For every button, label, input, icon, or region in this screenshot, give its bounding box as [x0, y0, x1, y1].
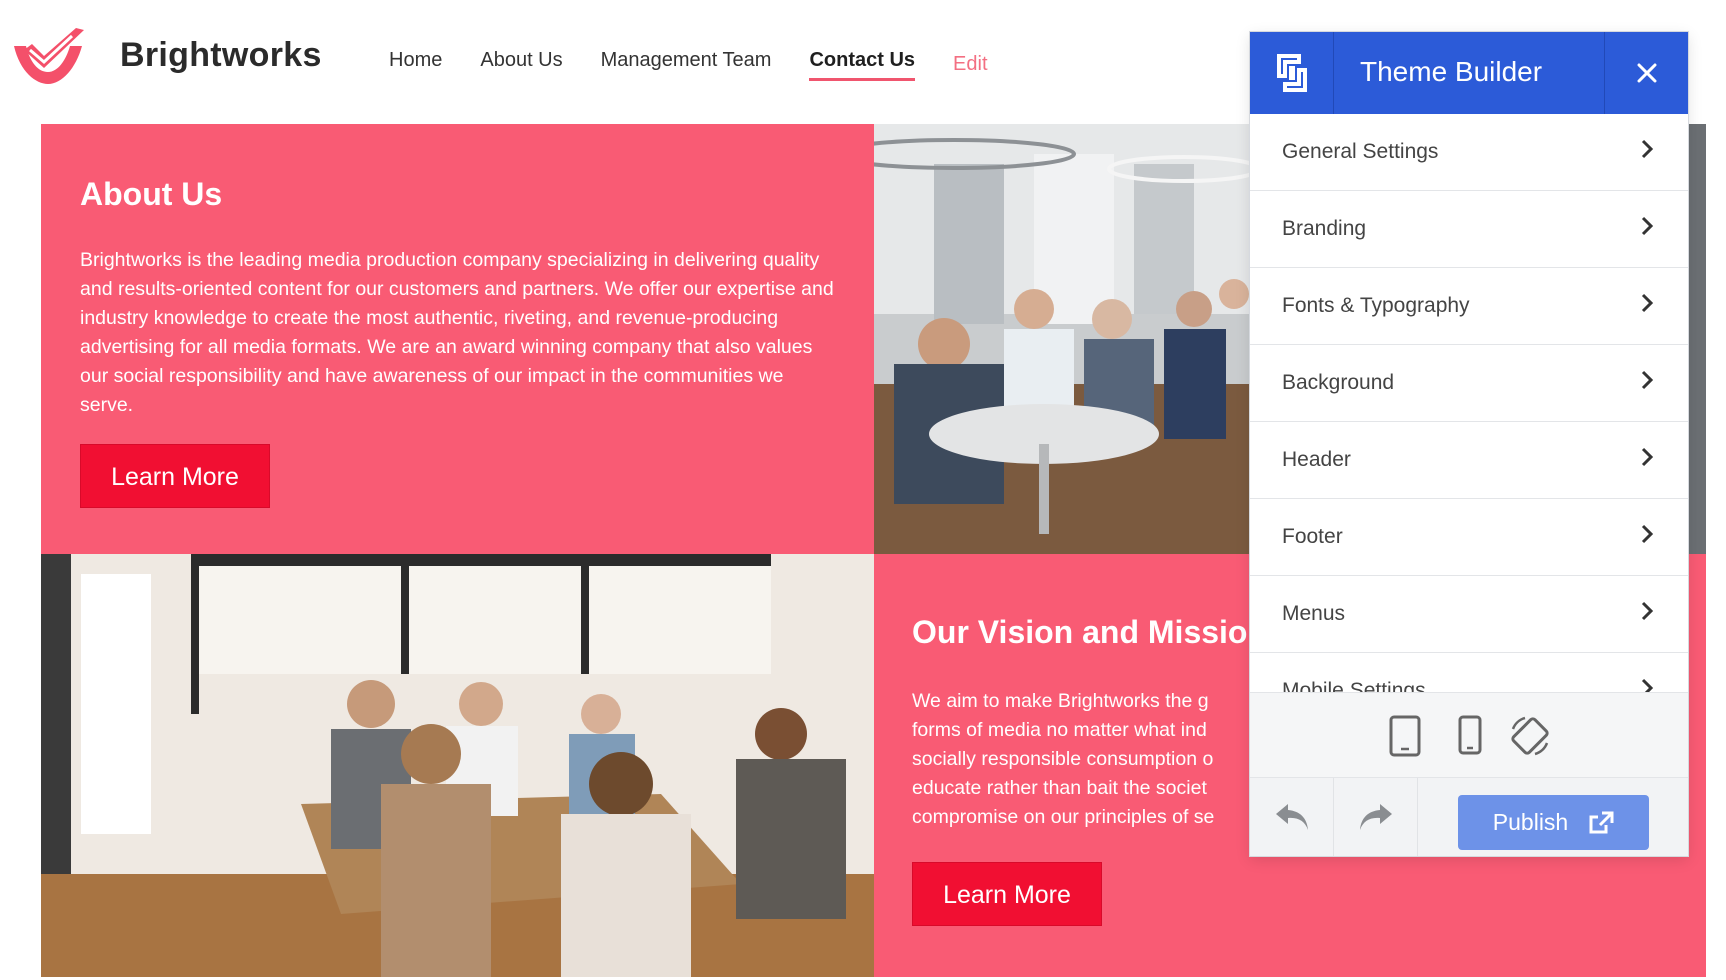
close-icon[interactable]: [1604, 32, 1688, 114]
team-meeting-photo: [41, 554, 874, 977]
menu-item-label: Background: [1282, 371, 1395, 394]
chevron-right-icon: [1641, 601, 1654, 621]
undo-icon[interactable]: [1250, 778, 1334, 856]
vision-learn-more-button[interactable]: Learn More: [912, 862, 1102, 926]
tablet-icon[interactable]: [1389, 715, 1421, 757]
menu-item-label: Mobile Settings: [1282, 679, 1426, 692]
vision-title: Our Vision and Mission: [912, 614, 1268, 650]
chevron-right-icon: [1641, 293, 1654, 313]
nav-item-management-team[interactable]: Management Team: [601, 49, 772, 78]
nav-edit-link[interactable]: Edit: [953, 53, 987, 82]
about-section: About Us Brightworks is the leading medi…: [41, 124, 874, 554]
device-preview-bar: [1250, 692, 1688, 778]
main-navigation: Home About Us Management Team Contact Us…: [389, 49, 988, 82]
brand-name[interactable]: Brightworks: [120, 36, 322, 75]
menu-item-branding[interactable]: Branding: [1250, 191, 1688, 268]
about-text: Brightworks is the leading media product…: [80, 249, 834, 416]
theme-builder-panel: Theme Builder General Settings Branding …: [1250, 32, 1688, 856]
brightworks-logo-icon[interactable]: [10, 24, 86, 88]
about-title: About Us: [80, 176, 223, 212]
menu-item-background[interactable]: Background: [1250, 345, 1688, 422]
menu-item-label: Menus: [1282, 602, 1346, 625]
redo-icon[interactable]: [1334, 778, 1418, 856]
chevron-right-icon: [1641, 216, 1654, 236]
menu-item-label: Footer: [1282, 525, 1343, 548]
theme-builder-menu: General Settings Branding Fonts & Typogr…: [1250, 114, 1688, 692]
phone-icon[interactable]: [1458, 715, 1482, 755]
vision-line-5: compromise on our principles of se: [912, 806, 1215, 828]
menu-item-label: Branding: [1282, 217, 1367, 240]
vision-line-3: socially responsible consumption o: [912, 748, 1214, 770]
about-learn-more-button[interactable]: Learn More: [80, 444, 270, 508]
chevron-right-icon: [1641, 524, 1654, 544]
rotate-icon[interactable]: [1509, 715, 1551, 757]
menu-item-footer[interactable]: Footer: [1250, 499, 1688, 576]
vision-line-2: forms of media no matter what ind: [912, 719, 1207, 741]
vision-line-1: We aim to make Brightworks the g: [912, 690, 1209, 712]
external-link-icon: [1589, 811, 1614, 833]
nav-item-about-us[interactable]: About Us: [480, 49, 562, 78]
theme-builder-logo-icon: [1250, 32, 1334, 114]
publish-button[interactable]: Publish: [1458, 795, 1649, 850]
chevron-right-icon: [1641, 139, 1654, 159]
vision-line-4: educate rather than bait the societ: [912, 777, 1207, 799]
nav-item-home[interactable]: Home: [389, 49, 442, 78]
page-edge: [1688, 124, 1706, 554]
menu-item-general-settings[interactable]: General Settings: [1250, 114, 1688, 191]
chevron-right-icon: [1641, 370, 1654, 390]
nav-item-contact-us[interactable]: Contact Us: [809, 49, 916, 81]
menu-item-label: General Settings: [1282, 140, 1439, 163]
publish-label: Publish: [1492, 809, 1569, 835]
menu-item-menus[interactable]: Menus: [1250, 576, 1688, 653]
menu-item-label: Header: [1282, 448, 1351, 471]
menu-item-header[interactable]: Header: [1250, 422, 1688, 499]
theme-builder-footer: Publish: [1250, 778, 1688, 856]
chevron-right-icon: [1641, 678, 1654, 692]
theme-builder-header: Theme Builder: [1250, 32, 1688, 114]
menu-item-fonts-typography[interactable]: Fonts & Typography: [1250, 268, 1688, 345]
theme-builder-title: Theme Builder: [1360, 56, 1543, 87]
chevron-right-icon: [1641, 447, 1654, 467]
menu-item-label: Fonts & Typography: [1282, 294, 1470, 317]
menu-item-mobile-settings[interactable]: Mobile Settings: [1250, 653, 1688, 692]
